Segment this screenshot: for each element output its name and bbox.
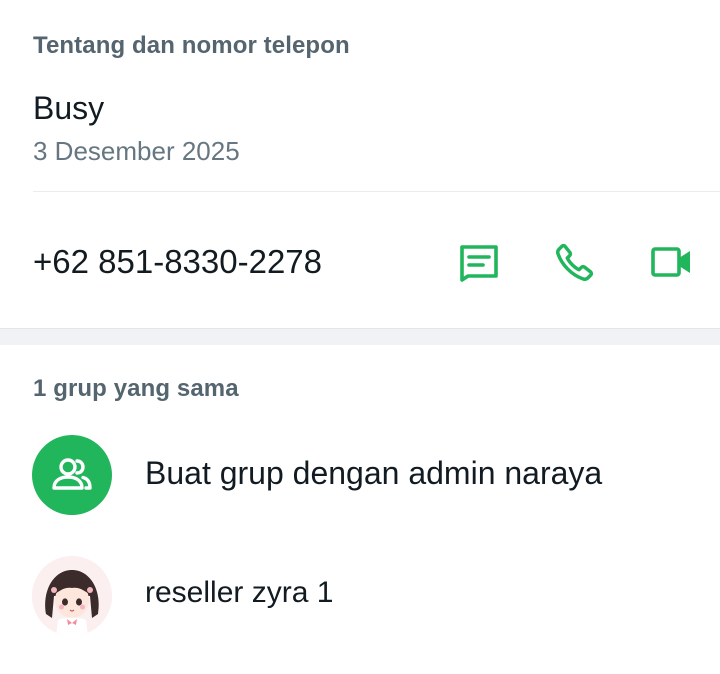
about-status[interactable]: Busy — [33, 90, 104, 127]
common-groups-section: 1 grup yang sama Buat grup dengan admin … — [0, 345, 720, 674]
common-groups-title: 1 grup yang sama — [33, 375, 239, 402]
section-divider — [33, 191, 720, 192]
create-group-row[interactable]: Buat grup dengan admin naraya — [0, 430, 720, 530]
voice-call-button[interactable] — [553, 240, 597, 284]
create-group-avatar — [32, 435, 112, 515]
create-group-label: Buat grup dengan admin naraya — [145, 455, 603, 491]
about-status-date: 3 Desember 2025 — [33, 136, 240, 166]
about-and-phone-section: Tentang dan nomor telepon Busy 3 Desembe… — [0, 0, 720, 329]
phone-icon — [556, 243, 594, 281]
anime-girl-avatar-icon — [32, 556, 112, 636]
video-call-icon — [651, 247, 690, 277]
message-icon — [460, 245, 498, 282]
group-name: reseller zyra 1 — [145, 576, 334, 609]
message-button[interactable] — [457, 240, 501, 284]
phone-number[interactable]: +62 851-8330-2278 — [33, 243, 322, 281]
group-icon — [52, 458, 92, 490]
group-avatar — [32, 556, 112, 636]
video-call-button[interactable] — [649, 240, 693, 284]
about-section-title: Tentang dan nomor telepon — [33, 32, 350, 59]
group-list-item[interactable]: reseller zyra 1 — [0, 551, 720, 651]
